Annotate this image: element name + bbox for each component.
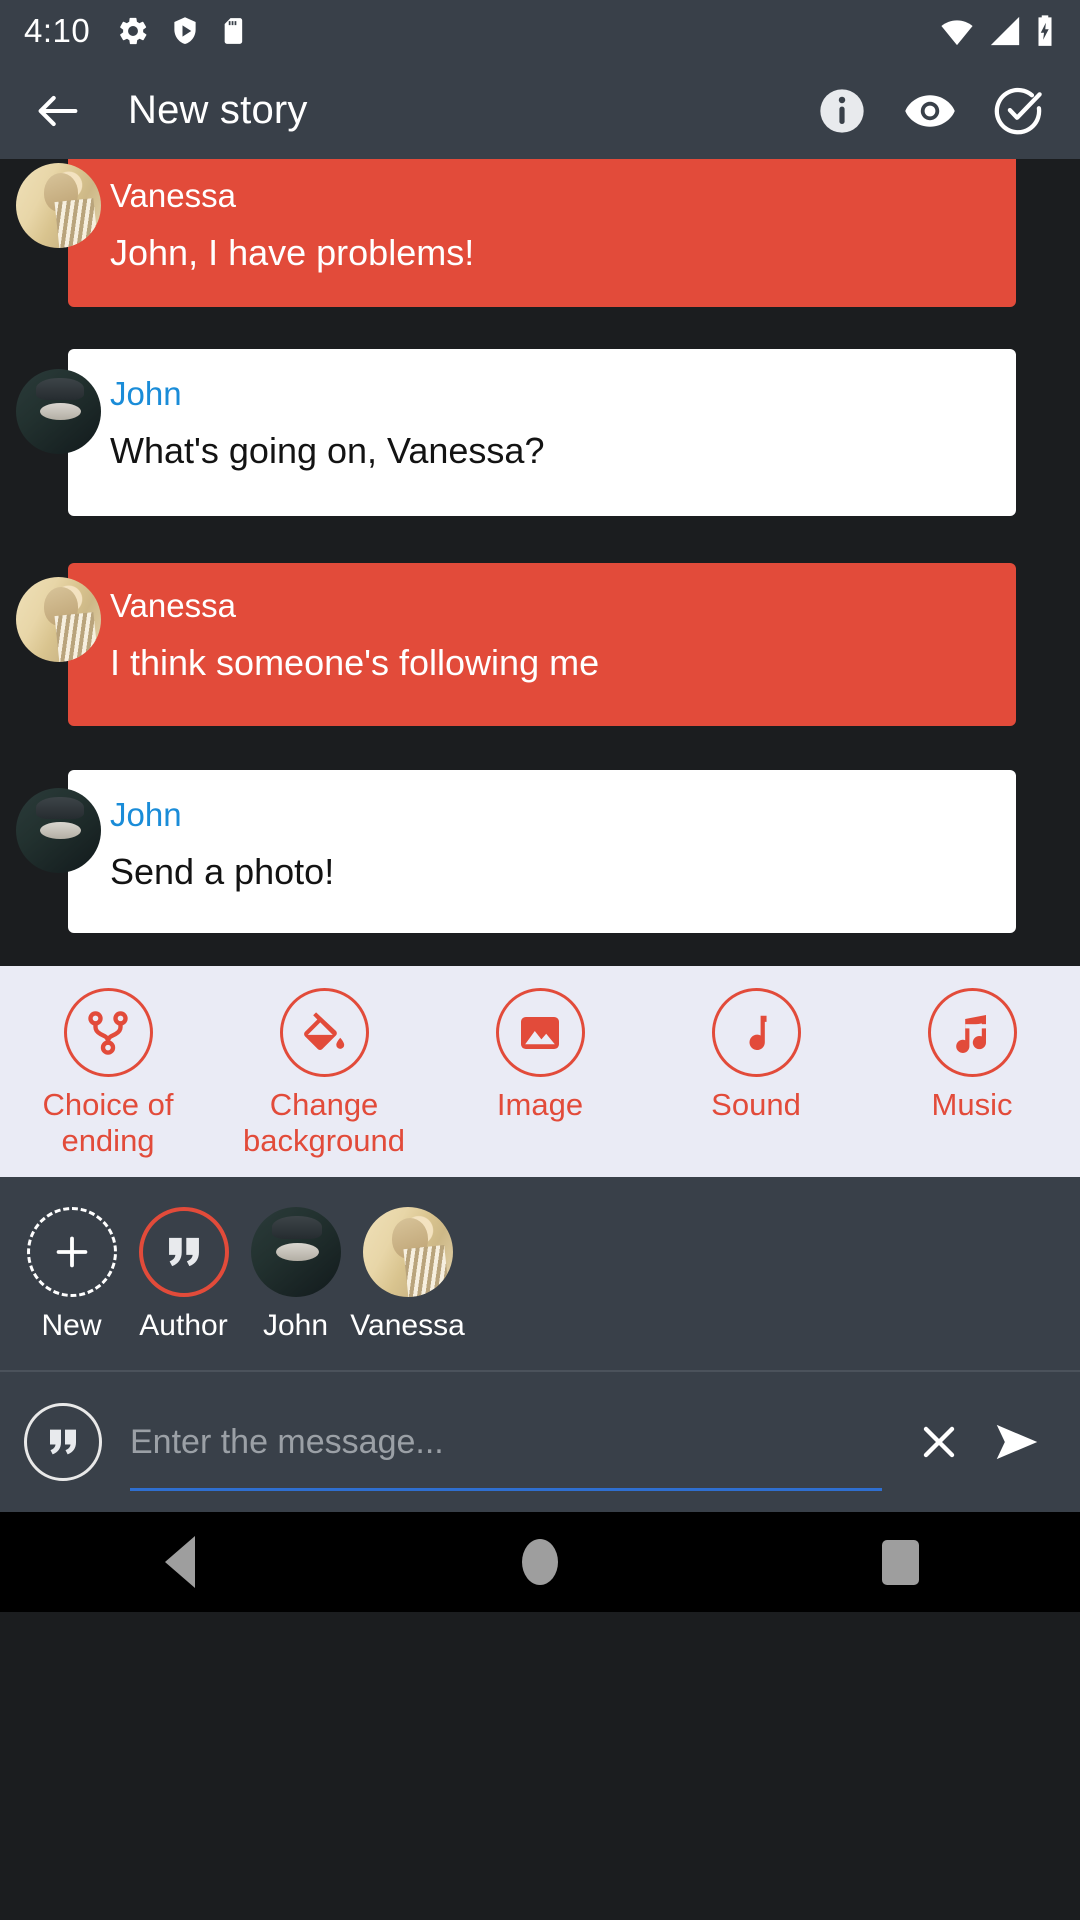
character-item-john[interactable]: John	[242, 1207, 349, 1343]
plus-icon	[56, 1236, 87, 1268]
action-circle	[63, 988, 153, 1077]
back-arrow-icon	[38, 95, 78, 126]
page-title: New story	[128, 88, 308, 132]
message-bubble[interactable]: Vanessa John, I have problems!	[68, 159, 1016, 307]
character-label: New	[41, 1309, 102, 1342]
message-sender: Vanessa	[110, 587, 236, 624]
character-item-vanessa[interactable]: Vanessa	[350, 1207, 465, 1343]
action-label: Sound	[711, 1087, 801, 1122]
avatar[interactable]	[16, 577, 101, 662]
character-label: Vanessa	[350, 1309, 465, 1342]
nav-back-button[interactable]	[120, 1512, 240, 1612]
wifi-icon	[941, 20, 973, 46]
quote-icon	[168, 1237, 199, 1267]
character-item-new[interactable]: New	[18, 1207, 125, 1343]
eye-icon	[905, 94, 955, 127]
chat-message-row[interactable]: Vanessa I think someone's following me	[0, 563, 1080, 726]
message-text: What's going on, Vanessa?	[110, 430, 545, 472]
nav-home-button[interactable]	[480, 1512, 600, 1612]
action-label: Image	[496, 1087, 584, 1122]
action-circle	[495, 988, 585, 1077]
music-note-icon	[749, 1015, 767, 1050]
message-bubble[interactable]: John Send a photo!	[68, 770, 1016, 933]
action-change-background[interactable]: Change background	[216, 988, 432, 1159]
character-selector: New Author John Vanessa	[0, 1177, 1080, 1372]
character-label: Author	[139, 1309, 228, 1342]
message-text: John, I have problems!	[110, 232, 475, 274]
chat-message-list[interactable]: Vanessa John, I have problems! John What…	[0, 159, 1080, 966]
branch-fork-icon	[88, 1010, 128, 1055]
nav-home-icon	[522, 1539, 558, 1585]
action-image[interactable]: Image	[432, 988, 648, 1123]
avatar[interactable]	[16, 788, 101, 873]
message-bubble[interactable]: John What's going on, Vanessa?	[68, 349, 1016, 516]
message-field[interactable]	[130, 1387, 882, 1497]
nav-back-icon	[165, 1536, 195, 1588]
chat-message-row[interactable]: John Send a photo!	[0, 770, 1080, 933]
character-item-author[interactable]: Author	[130, 1207, 237, 1343]
message-composer	[0, 1372, 1080, 1512]
nav-recents-icon	[881, 1539, 919, 1585]
shield-play-icon	[174, 17, 196, 44]
signal-icon	[990, 16, 1020, 46]
preview-button[interactable]	[902, 83, 958, 139]
char-circle	[138, 1207, 229, 1297]
app-bar-actions	[814, 83, 1054, 139]
char-circle	[26, 1207, 117, 1297]
send-icon	[996, 1424, 1038, 1460]
save-button[interactable]	[990, 83, 1046, 139]
status-right-icons	[938, 14, 1056, 48]
info-button[interactable]	[814, 83, 870, 139]
message-bubble[interactable]: Vanessa I think someone's following me	[68, 563, 1016, 726]
battery-charging-icon	[1038, 15, 1052, 46]
avatar[interactable]	[16, 163, 101, 248]
message-input[interactable]	[130, 1422, 882, 1462]
action-circle	[279, 988, 369, 1077]
story-element-toolbar: Choice of ending Change background Image…	[0, 966, 1080, 1177]
nav-recents-button[interactable]	[840, 1512, 960, 1612]
message-sender: Vanessa	[110, 177, 236, 214]
quote-icon	[50, 1429, 76, 1455]
image-icon	[521, 1016, 559, 1049]
back-button[interactable]	[26, 79, 90, 143]
input-underline	[130, 1488, 882, 1491]
chat-message-row[interactable]: John What's going on, Vanessa?	[0, 349, 1080, 516]
action-music[interactable]: Music	[864, 988, 1080, 1123]
action-choice-of-ending[interactable]: Choice of ending	[0, 988, 216, 1159]
char-avatar	[250, 1207, 341, 1297]
clear-message-button[interactable]	[900, 1403, 978, 1481]
send-message-button[interactable]	[978, 1403, 1056, 1481]
action-sound[interactable]: Sound	[648, 988, 864, 1123]
status-left-icons	[116, 14, 248, 48]
check-circle-icon	[994, 87, 1042, 134]
message-sender: John	[110, 375, 182, 412]
message-sender: John	[110, 796, 182, 833]
sd-card-icon	[224, 18, 243, 44]
double-music-note-icon	[956, 1014, 987, 1053]
action-circle	[927, 988, 1017, 1077]
action-label: Music	[931, 1087, 1013, 1122]
message-text: Send a photo!	[110, 851, 335, 893]
action-label: Change background	[242, 1087, 405, 1158]
character-label: John	[262, 1309, 329, 1342]
android-navigation-bar	[0, 1512, 1080, 1612]
gear-icon	[120, 17, 147, 45]
paint-bucket-icon	[304, 1011, 345, 1050]
char-avatar	[362, 1207, 453, 1297]
action-label: Choice of ending	[42, 1087, 174, 1158]
close-icon	[923, 1426, 955, 1458]
action-circle	[711, 988, 801, 1077]
status-clock: 4:10	[24, 12, 91, 49]
avatar[interactable]	[16, 369, 101, 454]
chat-message-row[interactable]: Vanessa John, I have problems!	[0, 159, 1080, 307]
message-text: I think someone's following me	[110, 642, 600, 684]
info-icon	[820, 88, 864, 133]
app-bar: New story	[0, 62, 1080, 159]
speaker-selector-button[interactable]	[24, 1403, 102, 1481]
status-bar: 4:10	[0, 0, 1080, 62]
